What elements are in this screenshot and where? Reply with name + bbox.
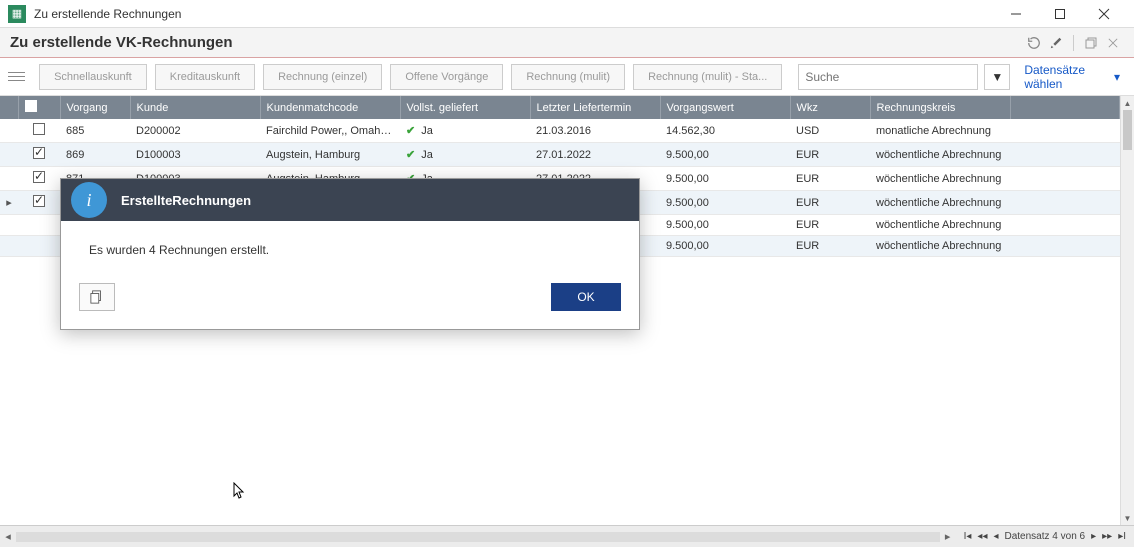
row-indicator	[0, 236, 18, 257]
cell-wert: 9.500,00	[660, 191, 790, 215]
cell-vorgang: 685	[60, 119, 130, 143]
col-select[interactable]	[18, 96, 60, 119]
cell-kunde: D100003	[130, 143, 260, 167]
cell-wkz: EUR	[790, 191, 870, 215]
nav-prev-page-icon[interactable]: ◂◂	[975, 531, 989, 542]
cell-termin: 21.03.2016	[530, 119, 660, 143]
window-title: Zu erstellende Rechnungen	[34, 7, 994, 21]
col-kunde[interactable]: Kunde	[130, 96, 260, 119]
cell-match: Augstein, Hamburg	[260, 143, 400, 167]
row-checkbox[interactable]	[33, 171, 45, 183]
cell-kreis: wöchentliche Abrechnung	[870, 191, 1010, 215]
row-indicator	[0, 167, 18, 191]
cell-wkz: EUR	[790, 167, 870, 191]
cell-voll: ✔Ja	[400, 119, 530, 143]
col-voll[interactable]: Vollst. geliefert	[400, 96, 530, 119]
cell-wert: 9.500,00	[660, 236, 790, 257]
page-header: Zu erstellende VK-Rechnungen	[0, 28, 1134, 58]
schnellauskunft-button[interactable]: Schnellauskunft	[39, 64, 147, 90]
cell-wkz: EUR	[790, 236, 870, 257]
cell-termin: 27.01.2022	[530, 143, 660, 167]
kreditauskunft-button[interactable]: Kreditauskunft	[155, 64, 255, 90]
row-checkbox[interactable]	[33, 123, 45, 135]
rechnung-multi-sta-button[interactable]: Rechnung (mulit) - Sta...	[633, 64, 782, 90]
refresh-icon[interactable]	[1023, 32, 1045, 54]
status-bar: ◂ ▸ I◂ ◂◂ ◂ Datensatz 4 von 6 ▸ ▸▸ ▸I	[0, 525, 1134, 547]
app-icon: ▦	[8, 5, 26, 23]
restore-window-icon[interactable]	[1080, 32, 1102, 54]
search-input[interactable]	[798, 64, 978, 90]
nav-first-icon[interactable]: I◂	[962, 531, 974, 542]
nav-next-page-icon[interactable]: ▸▸	[1100, 531, 1114, 542]
record-indicator: Datensatz 4 von 6	[1003, 531, 1088, 542]
hscroll-track[interactable]	[16, 532, 940, 542]
dialog-header: i ErstellteRechnungen	[61, 179, 639, 221]
cell-kreis: wöchentliche Abrechnung	[870, 143, 1010, 167]
toolbar: Schnellauskunft Kreditauskunft Rechnung …	[0, 58, 1134, 96]
row-indicator	[0, 143, 18, 167]
window-maximize-button[interactable]	[1038, 0, 1082, 28]
table-row[interactable]: 685 D200002 Fairchild Power,, Omaha (N..…	[0, 119, 1120, 143]
row-checkbox[interactable]	[33, 147, 45, 159]
info-dialog: i ErstellteRechnungen Es wurden 4 Rechnu…	[60, 178, 640, 330]
cell-wert: 14.562,30	[660, 119, 790, 143]
col-wkz[interactable]: Wkz	[790, 96, 870, 119]
col-termin[interactable]: Letzter Liefertermin	[530, 96, 660, 119]
cell-kreis: wöchentliche Abrechnung	[870, 215, 1010, 236]
settings-icon[interactable]	[1045, 32, 1067, 54]
offene-vorgaenge-button[interactable]: Offene Vorgänge	[390, 64, 503, 90]
nav-prev-icon[interactable]: ◂	[991, 531, 1000, 542]
rechnung-einzel-button[interactable]: Rechnung (einzel)	[263, 64, 382, 90]
vertical-scrollbar[interactable]: ▲ ▼	[1120, 96, 1134, 525]
nav-next-icon[interactable]: ▸	[1089, 531, 1098, 542]
menu-icon[interactable]	[8, 67, 25, 87]
cell-wkz: USD	[790, 119, 870, 143]
cursor-icon	[228, 482, 246, 507]
row-checkbox[interactable]	[33, 195, 45, 207]
cell-wert: 9.500,00	[660, 143, 790, 167]
rechnung-multi-button[interactable]: Rechnung (mulit)	[511, 64, 625, 90]
dialog-title: ErstellteRechnungen	[121, 193, 251, 208]
cell-kreis: wöchentliche Abrechnung	[870, 167, 1010, 191]
info-icon: i	[71, 182, 107, 218]
col-kreis[interactable]: Rechnungskreis	[870, 96, 1010, 119]
close-tab-icon[interactable]	[1102, 32, 1124, 54]
cell-wert: 9.500,00	[660, 215, 790, 236]
row-indicator: ▸	[0, 191, 18, 215]
cell-wkz: EUR	[790, 143, 870, 167]
scroll-down-icon[interactable]: ▼	[1121, 511, 1134, 525]
window-close-button[interactable]	[1082, 0, 1126, 28]
row-indicator	[0, 215, 18, 236]
grid-header-row: Vorgang Kunde Kundenmatchcode Vollst. ge…	[0, 96, 1120, 119]
copy-button[interactable]	[79, 283, 115, 311]
window-titlebar: ▦ Zu erstellende Rechnungen	[0, 0, 1134, 28]
cell-voll: ✔Ja	[400, 143, 530, 167]
col-match[interactable]: Kundenmatchcode	[260, 96, 400, 119]
check-icon: ✔	[406, 125, 415, 137]
hscroll-right-icon[interactable]: ▸	[940, 530, 956, 543]
search-dropdown-icon[interactable]: ▼	[984, 64, 1010, 90]
cell-kreis: wöchentliche Abrechnung	[870, 236, 1010, 257]
window-minimize-button[interactable]	[994, 0, 1038, 28]
cell-wert: 9.500,00	[660, 167, 790, 191]
chevron-down-icon: ▾	[1114, 70, 1120, 84]
cell-vorgang: 869	[60, 143, 130, 167]
scroll-up-icon[interactable]: ▲	[1121, 96, 1134, 110]
table-row[interactable]: 869 D100003 Augstein, Hamburg ✔Ja 27.01.…	[0, 143, 1120, 167]
row-indicator	[0, 119, 18, 143]
select-records-link[interactable]: Datensätze wählen ▾	[1018, 63, 1126, 91]
cell-wkz: EUR	[790, 215, 870, 236]
scroll-thumb[interactable]	[1123, 110, 1132, 150]
hscroll-left-icon[interactable]: ◂	[0, 530, 16, 543]
col-vorgang[interactable]: Vorgang	[60, 96, 130, 119]
check-icon: ✔	[406, 149, 415, 161]
cell-kunde: D200002	[130, 119, 260, 143]
page-title: Zu erstellende VK-Rechnungen	[10, 34, 1023, 51]
ok-button[interactable]: OK	[551, 283, 621, 311]
cell-match: Fairchild Power,, Omaha (N...	[260, 119, 400, 143]
col-wert[interactable]: Vorgangswert	[660, 96, 790, 119]
cell-kreis: monatliche Abrechnung	[870, 119, 1010, 143]
nav-last-icon[interactable]: ▸I	[1116, 531, 1128, 542]
dialog-message: Es wurden 4 Rechnungen erstellt.	[61, 221, 639, 273]
